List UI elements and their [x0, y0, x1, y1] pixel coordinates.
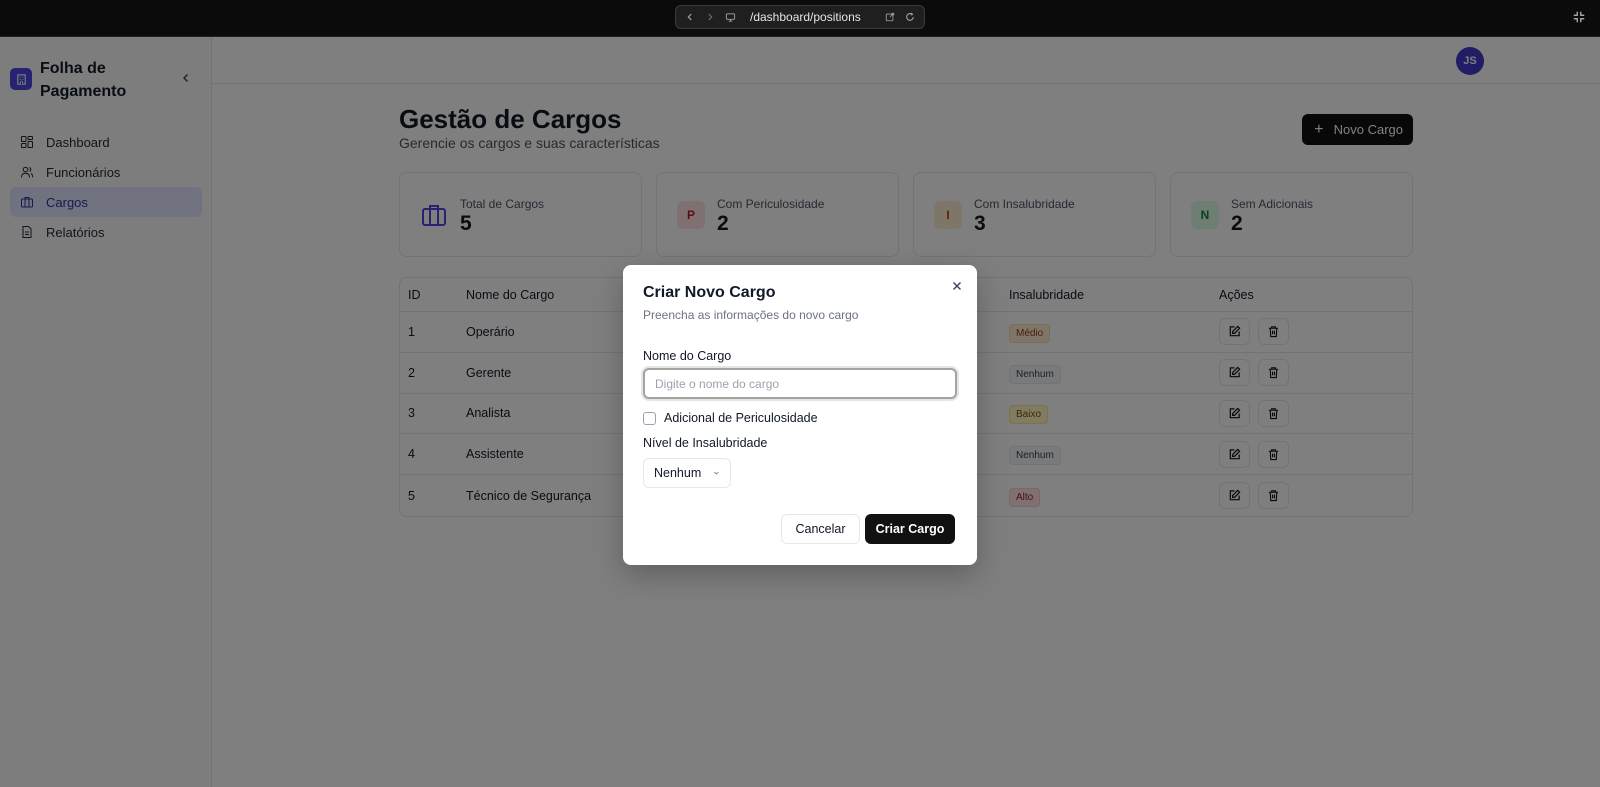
- monitor-icon: [724, 11, 736, 23]
- close-icon[interactable]: [951, 279, 963, 291]
- dialog-description: Preencha as informações do novo cargo: [643, 308, 859, 322]
- cancel-button[interactable]: Cancelar: [781, 514, 860, 544]
- hazard-checkbox[interactable]: [643, 411, 656, 425]
- reload-icon[interactable]: [904, 11, 916, 23]
- open-external-icon[interactable]: [884, 11, 896, 23]
- hazard-checkbox-row[interactable]: Adicional de Periculosidade: [643, 411, 818, 425]
- url-text[interactable]: /dashboard/positions: [750, 10, 876, 24]
- forward-icon[interactable]: [704, 11, 716, 23]
- back-icon[interactable]: [684, 11, 696, 23]
- create-position-dialog: Criar Novo Cargo Preencha as informações…: [623, 265, 977, 565]
- address-bar[interactable]: /dashboard/positions: [675, 5, 925, 29]
- insalubrity-level-label: Nível de Insalubridade: [643, 436, 768, 450]
- hazard-checkbox-label: Adicional de Periculosidade: [664, 411, 818, 425]
- exit-fullscreen-icon[interactable]: [1572, 10, 1588, 26]
- create-position-button[interactable]: Criar Cargo: [865, 514, 955, 544]
- chevron-down-icon: [714, 471, 719, 475]
- position-name-input[interactable]: [643, 368, 957, 399]
- dialog-title: Criar Novo Cargo: [643, 284, 776, 301]
- position-name-label: Nome do Cargo: [643, 349, 732, 363]
- insalubrity-level-value: Nenhum: [654, 466, 702, 480]
- browser-toolbar: /dashboard/positions: [0, 0, 1600, 37]
- insalubrity-level-select[interactable]: Nenhum: [643, 458, 731, 488]
